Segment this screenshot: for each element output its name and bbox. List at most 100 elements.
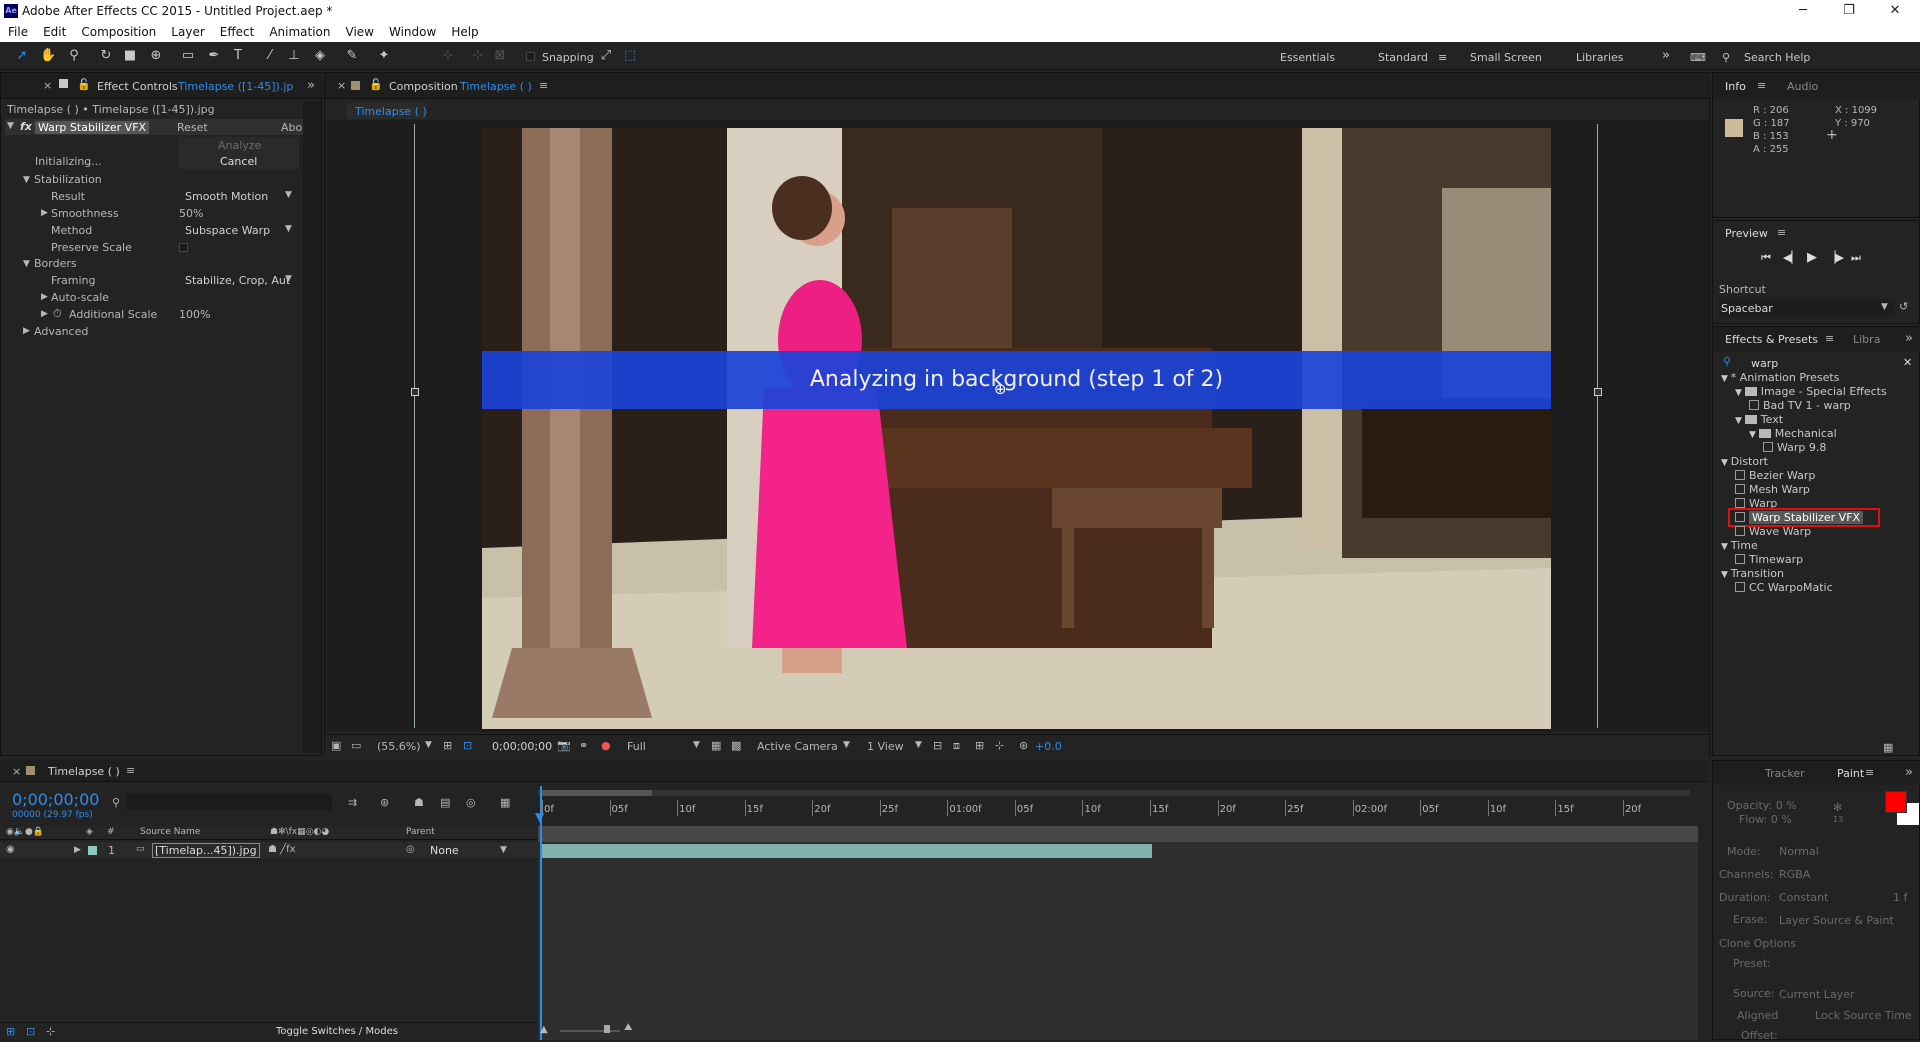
- menu-window[interactable]: Window: [389, 25, 436, 39]
- show-snapshot-icon[interactable]: ⚭: [579, 739, 588, 752]
- paint-overflow-icon[interactable]: »: [1905, 765, 1913, 780]
- libraries-tab[interactable]: Libra: [1853, 333, 1880, 346]
- tracker-tab[interactable]: Tracker: [1765, 767, 1805, 780]
- tree-expand-icon[interactable]: ▼: [1721, 570, 1731, 580]
- effect-controls-scrollbar[interactable]: [303, 101, 321, 753]
- pan-behind-tool-icon[interactable]: ⊕: [148, 48, 164, 64]
- effect-controls-tab[interactable]: Effect Controls: [97, 80, 178, 93]
- zoom-slider-thumb[interactable]: [604, 1025, 610, 1033]
- search-help-icon[interactable]: ⚲: [1722, 51, 1730, 64]
- close-tab-icon[interactable]: ×: [43, 79, 52, 92]
- close-comp-tab-icon[interactable]: ×: [337, 79, 346, 92]
- always-preview-icon[interactable]: ▣: [331, 739, 341, 752]
- timeline-icon[interactable]: ⧈: [953, 739, 960, 753]
- next-frame-icon[interactable]: ▕▶: [1827, 251, 1844, 264]
- snapshot-icon[interactable]: 📷: [557, 739, 571, 752]
- duration-frames[interactable]: 1 f: [1893, 891, 1907, 904]
- comp-subtab[interactable]: Timelapse ( ): [347, 103, 427, 119]
- panel-overflow-icon[interactable]: »: [307, 78, 315, 93]
- rectangle-tool-icon[interactable]: ▭: [180, 48, 196, 64]
- composition-tab-target[interactable]: Timelapse ( ): [460, 80, 532, 93]
- effects-tree-item[interactable]: ▼ Image - Special Effects: [1735, 385, 1887, 398]
- shortcut-dropdown[interactable]: Spacebar ▼: [1719, 299, 1895, 317]
- magnification-dropdown[interactable]: (55.6%): [377, 740, 421, 753]
- layer-visibility-icon[interactable]: ◉: [6, 844, 15, 855]
- parent-dropdown[interactable]: None: [430, 844, 459, 857]
- method-dropdown[interactable]: Subspace Warp: [185, 224, 270, 237]
- paint-flow[interactable]: Flow: 0 %: [1739, 813, 1792, 826]
- search-help-field[interactable]: Search Help: [1744, 51, 1810, 64]
- pen-tool-icon[interactable]: ✒: [206, 48, 222, 64]
- info-menu-icon[interactable]: ≡: [1757, 79, 1766, 92]
- framing-dropdown[interactable]: Stabilize, Crop, Aut: [185, 274, 290, 287]
- in-out-toggle-icon[interactable]: ⊹: [46, 1025, 55, 1038]
- workspace-libraries[interactable]: Libraries: [1576, 51, 1624, 64]
- effects-tree-item[interactable]: Bad TV 1 - warp: [1749, 399, 1851, 412]
- tree-expand-icon[interactable]: ▼: [1721, 374, 1731, 384]
- borders-group[interactable]: Borders: [34, 257, 77, 270]
- view-layout-arrow-icon[interactable]: ▼: [915, 740, 922, 750]
- result-dropdown-arrow-icon[interactable]: ▼: [285, 190, 292, 200]
- source-name-column[interactable]: Source Name: [140, 827, 200, 837]
- audio-tab[interactable]: Audio: [1787, 80, 1818, 93]
- exposure-value[interactable]: +0.0: [1035, 740, 1062, 753]
- camera-arrow-icon[interactable]: ▼: [843, 740, 850, 750]
- axis-local-icon[interactable]: ⊹: [440, 48, 456, 64]
- timeline-zoom-slider[interactable]: [560, 1030, 620, 1032]
- pickwhip-icon[interactable]: ◎: [406, 844, 415, 855]
- timeline-menu-icon[interactable]: ≡: [126, 764, 135, 777]
- fx-icon[interactable]: fx: [20, 120, 32, 133]
- foreground-color-swatch[interactable]: [1885, 791, 1907, 813]
- snap-features-icon[interactable]: ⬚: [622, 48, 638, 64]
- effects-search-input[interactable]: warp: [1751, 357, 1778, 370]
- smoothness-expand-icon[interactable]: ▶: [41, 208, 48, 218]
- effects-tree-item[interactable]: ▼ Transition: [1721, 567, 1784, 580]
- playhead-icon[interactable]: ▼: [535, 810, 544, 824]
- menu-animation[interactable]: Animation: [269, 25, 330, 39]
- toggle-pixel-aspect-icon[interactable]: ⊟: [933, 739, 942, 752]
- stabilization-group[interactable]: Stabilization: [34, 173, 102, 186]
- view-layout-dropdown[interactable]: 1 View: [867, 740, 904, 753]
- menu-help[interactable]: Help: [451, 25, 478, 39]
- magnification-arrow-icon[interactable]: ▼: [425, 740, 432, 750]
- layer-row[interactable]: ◉ ▶ 1 ▭ [Timelap...45]).jpg ☗ ╱fx ◎ None…: [0, 842, 538, 858]
- source-dropdown[interactable]: Current Layer: [1779, 988, 1854, 1001]
- timeline-search-input[interactable]: [126, 794, 332, 810]
- new-bin-icon[interactable]: ▦: [1883, 741, 1893, 754]
- effects-tree-item[interactable]: ▼ * Animation Presets: [1721, 371, 1839, 384]
- brush-tip-icon[interactable]: ✻: [1833, 801, 1842, 814]
- effect-controls-target[interactable]: Timelapse ([1-45]).jp: [178, 80, 293, 93]
- fast-previews-icon[interactable]: ▦: [711, 739, 721, 752]
- flowchart-icon[interactable]: ⊹: [995, 739, 1004, 752]
- hand-tool-icon[interactable]: ✋: [40, 48, 56, 64]
- close-timeline-tab-icon[interactable]: ×: [12, 765, 21, 778]
- comp-timecode[interactable]: 0;00;00;00: [492, 740, 552, 753]
- effects-presets-tab[interactable]: Effects & Presets: [1725, 333, 1818, 346]
- axis-view-icon[interactable]: ⊠: [492, 48, 508, 64]
- effects-tree-item[interactable]: Warp 9.8: [1763, 441, 1826, 454]
- maximize-button[interactable]: ❐: [1826, 0, 1872, 22]
- shy-layers-icon[interactable]: ☗: [414, 796, 424, 809]
- camera-tool-icon[interactable]: ■: [122, 48, 138, 64]
- time-ruler[interactable]: 0f 05f 10f 15f 20f 25f 01:00f 05f 10f 15f 20f 25f 02…: [538, 786, 1698, 826]
- transform-handle-left[interactable]: [411, 388, 419, 396]
- tree-expand-icon[interactable]: ▼: [1749, 430, 1759, 440]
- effects-tree-item[interactable]: Warp Stabilizer VFX: [1727, 508, 1881, 527]
- first-frame-icon[interactable]: ⏮: [1761, 251, 1771, 265]
- channels-dropdown[interactable]: RGBA: [1779, 868, 1810, 881]
- previous-frame-icon[interactable]: ◀▏: [1783, 251, 1800, 264]
- effects-tree-item[interactable]: CC WarpoMatic: [1735, 581, 1833, 594]
- effects-menu-icon[interactable]: ≡: [1825, 332, 1834, 345]
- effects-tree-item[interactable]: Warp: [1735, 497, 1777, 510]
- roto-brush-tool-icon[interactable]: ✎: [344, 48, 360, 64]
- playhead-line[interactable]: [540, 786, 542, 1040]
- close-button[interactable]: ✕: [1872, 0, 1918, 22]
- timeline-search-icon[interactable]: ⚲: [112, 796, 120, 809]
- menu-view[interactable]: View: [346, 25, 374, 39]
- snap-edges-icon[interactable]: ⤢: [598, 48, 614, 64]
- effects-tree-item[interactable]: ▼ Time: [1721, 539, 1758, 552]
- preview-tab[interactable]: Preview: [1725, 227, 1768, 240]
- layer-switches-icon[interactable]: ☗ ╱fx: [268, 844, 296, 855]
- brush-tool-icon[interactable]: ⁄: [262, 48, 278, 64]
- borders-expand-icon[interactable]: ▼: [23, 259, 30, 269]
